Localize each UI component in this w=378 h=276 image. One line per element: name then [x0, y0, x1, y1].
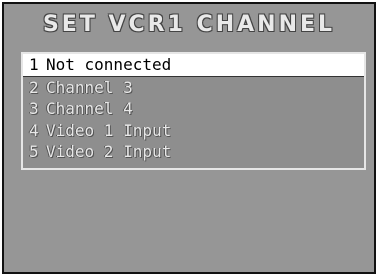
menu-item-label: Video 2 Input [46, 142, 172, 161]
menu-item-number: 3 [29, 99, 39, 118]
osd-screen: SET VCR1 CHANNEL 1 Not connected 2 Channel… [2, 2, 376, 274]
channel-menu: 1 Not connected 2 Channel 3 3 Channel 4 4 Vi… [21, 52, 366, 170]
menu-item-number: 1 [29, 55, 39, 74]
menu-item-label: Channel 3 [46, 77, 133, 97]
screen-title: SET VCR1 CHANNEL [42, 12, 336, 37]
menu-item-label: Channel 4 [46, 99, 133, 118]
channel-option-list: 1 Not connected 2 Channel 3 3 Channel 4 4 Vi… [23, 54, 364, 163]
menu-item-number: 4 [29, 120, 39, 140]
menu-item-label: Video 1 Input [46, 120, 172, 140]
menu-item-video-1-input[interactable]: 4 Video 1 Input [23, 120, 364, 142]
menu-item-label: Not connected [46, 55, 172, 74]
menu-item-number: 2 [29, 77, 39, 97]
menu-item-not-connected[interactable]: 1 Not connected [23, 54, 364, 77]
menu-item-video-2-input[interactable]: 5 Video 2 Input [23, 141, 364, 163]
menu-item-number: 5 [29, 142, 39, 161]
menu-item-channel-4[interactable]: 3 Channel 4 [23, 98, 364, 120]
menu-item-channel-3[interactable]: 2 Channel 3 [23, 77, 364, 99]
